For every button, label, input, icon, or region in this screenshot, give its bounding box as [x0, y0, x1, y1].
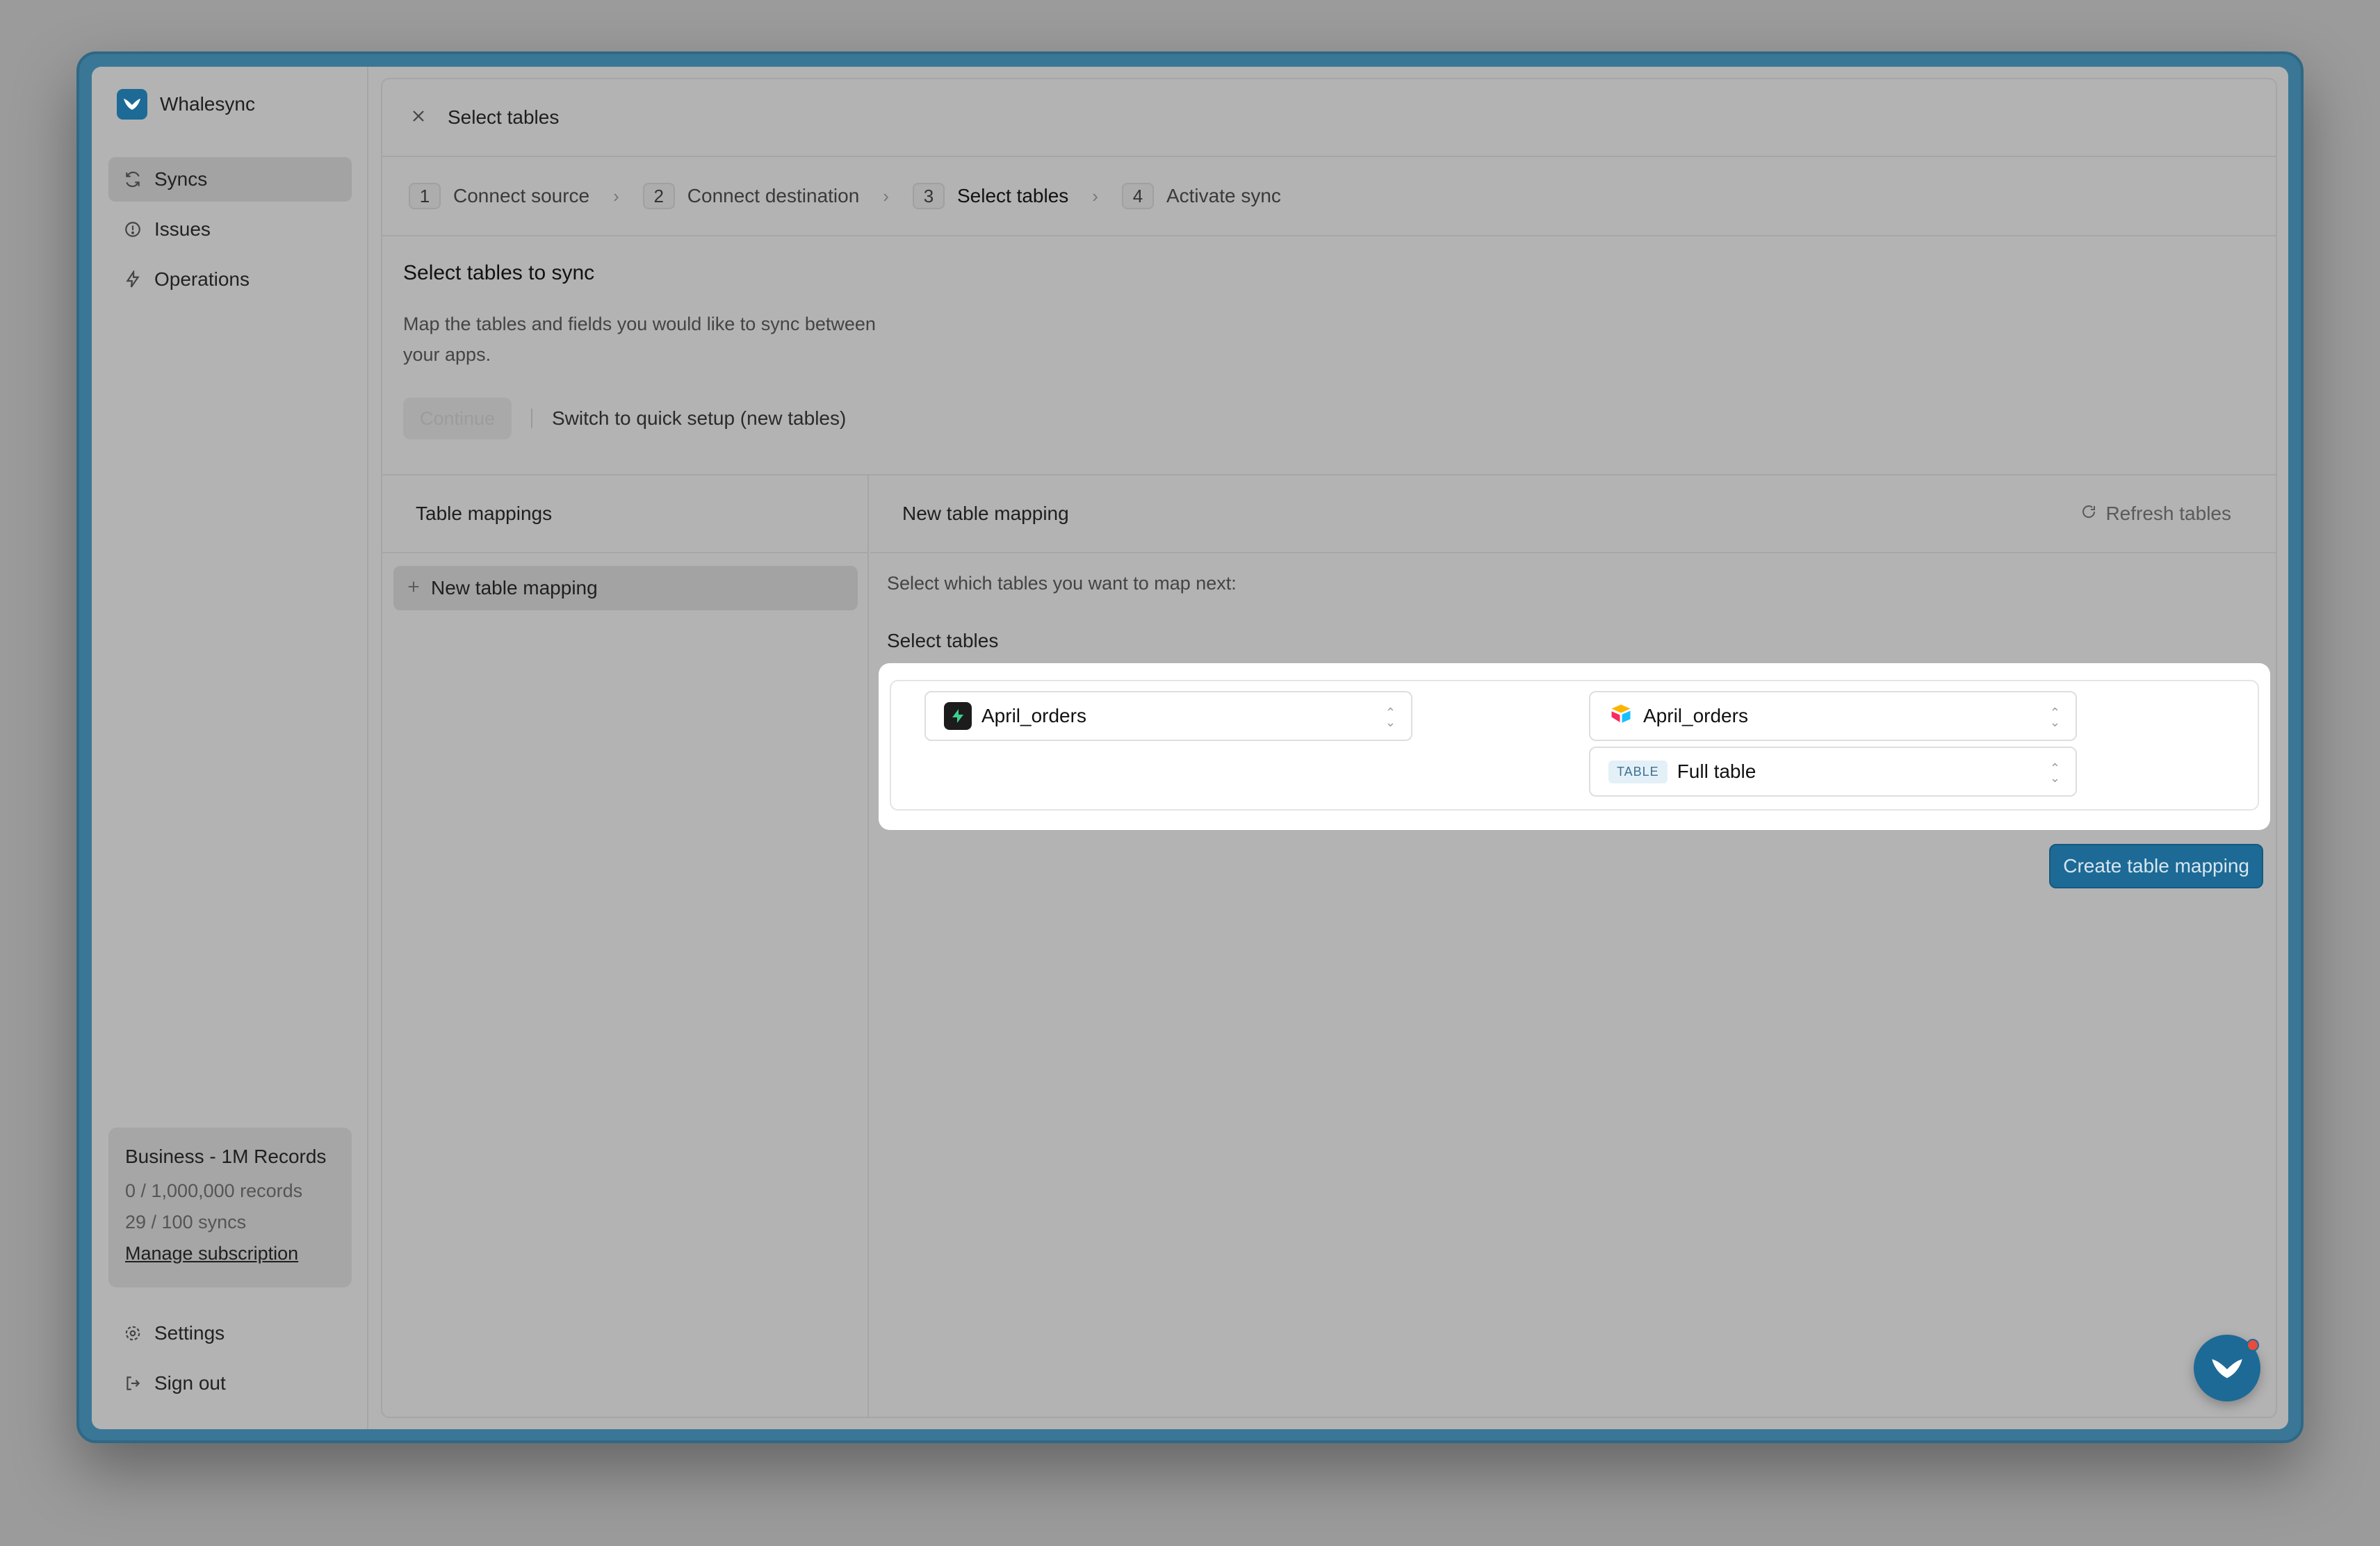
plan-card: Business - 1M Records 0 / 1,000,000 reco… [108, 1128, 352, 1287]
divider [531, 409, 532, 428]
destination-view-select[interactable]: TABLE Full table ⌃ ⌄ [1589, 747, 2077, 797]
new-mapping-panel: New table mapping Refresh tables Select … [870, 475, 2276, 1417]
mapping-area: Table mappings New table mapping New tab… [382, 474, 2276, 1417]
intro-actions: Continue Switch to quick setup (new tabl… [403, 398, 890, 439]
sidebar-item-label: Operations [154, 268, 250, 290]
sidebar-item-settings[interactable]: Settings [108, 1311, 352, 1356]
step-connect-destination[interactable]: 2 Connect destination [642, 183, 860, 209]
app-window: Whalesync Syncs Issues Operations Busine… [92, 67, 2288, 1429]
page-title: Select tables [448, 106, 560, 128]
sidebar-item-label: Settings [154, 1322, 225, 1344]
alert-circle-icon [122, 219, 143, 240]
sidebar-item-syncs[interactable]: Syncs [108, 157, 352, 202]
airtable-icon [1608, 701, 1633, 731]
whalesync-logo-icon [117, 89, 147, 120]
notification-dot [2247, 1339, 2259, 1351]
sidebar-bottom-nav: Settings Sign out [108, 1311, 352, 1411]
close-icon[interactable] [410, 108, 427, 128]
brand[interactable]: Whalesync [117, 89, 255, 120]
sidebar-item-issues[interactable]: Issues [108, 207, 352, 252]
refresh-tables-button[interactable]: Refresh tables [2080, 503, 2231, 525]
create-table-mapping-button[interactable]: Create table mapping [2049, 844, 2263, 888]
hint-text: Select which tables you want to map next… [887, 573, 1237, 594]
source-table-select[interactable]: April_orders ⌃ ⌄ [924, 691, 1412, 741]
chevron-right-icon: › [1092, 185, 1098, 206]
gear-icon [122, 1323, 143, 1344]
sign-out-icon [122, 1373, 143, 1394]
chevron-right-icon: › [883, 185, 889, 206]
destination-view-value: Full table [1677, 760, 1757, 782]
plan-title: Business - 1M Records [125, 1146, 327, 1167]
step-number: 2 [642, 183, 675, 209]
plan-syncs: 29 / 100 syncs [125, 1212, 247, 1232]
sidebar: Whalesync Syncs Issues Operations Busine… [92, 67, 368, 1429]
chevron-up-down-icon: ⌃ ⌄ [1385, 706, 1396, 729]
whale-tail-icon [2212, 1359, 2242, 1378]
chevron-right-icon: › [613, 185, 619, 206]
step-label: Activate sync [1166, 185, 1281, 206]
mapping-item-label: New table mapping [431, 577, 598, 599]
chevron-up-down-icon: ⌃ ⌄ [2049, 761, 2060, 785]
refresh-icon [122, 169, 143, 190]
panel-title: New table mapping [902, 503, 1069, 524]
chevron-up-down-icon: ⌃ ⌄ [2049, 706, 2060, 729]
sidebar-item-label: Sign out [154, 1372, 226, 1394]
main-panel: Select tables 1 Connect source › 2 Conne… [381, 78, 2277, 1418]
intro-section: Select tables to sync Map the tables and… [403, 261, 890, 439]
sidebar-item-label: Issues [154, 218, 211, 240]
table-selector-highlight: April_orders ⌃ ⌄ April_orders ⌃ ⌄ TABLE … [879, 663, 2270, 830]
sidebar-nav: Syncs Issues Operations [108, 157, 352, 307]
section-description: Map the tables and fields you would like… [403, 314, 876, 365]
table-mapping-card: April_orders ⌃ ⌄ April_orders ⌃ ⌄ TABLE … [890, 680, 2259, 811]
step-number: 4 [1121, 183, 1154, 209]
panel-header: New table mapping Refresh tables [870, 475, 2276, 553]
support-chat-button[interactable] [2194, 1335, 2260, 1401]
step-activate-sync[interactable]: 4 Activate sync [1121, 183, 1281, 209]
step-number: 1 [409, 183, 441, 209]
destination-table-value: April_orders [1643, 705, 1748, 726]
panel-header: Table mappings [382, 475, 867, 553]
step-label: Select tables [956, 185, 1069, 206]
supabase-icon [944, 702, 972, 730]
manage-subscription-link[interactable]: Manage subscription [125, 1243, 298, 1264]
source-table-value: April_orders [981, 705, 1086, 726]
sidebar-item-label: Syncs [154, 168, 208, 190]
destination-table-select[interactable]: April_orders ⌃ ⌄ [1589, 691, 2077, 741]
table-mappings-panel: Table mappings New table mapping [382, 475, 869, 1417]
table-type-badge: TABLE [1608, 760, 1668, 783]
refresh-label: Refresh tables [2105, 503, 2231, 524]
step-label: Connect destination [687, 185, 860, 206]
stepper: 1 Connect source › 2 Connect destination… [382, 157, 2276, 236]
plan-records: 0 / 1,000,000 records [125, 1180, 303, 1201]
continue-button[interactable]: Continue [403, 398, 512, 439]
new-table-mapping-item[interactable]: New table mapping [393, 566, 858, 610]
step-label: Connect source [453, 185, 590, 206]
step-select-tables[interactable]: 3 Select tables [912, 183, 1069, 209]
quick-setup-link[interactable]: Switch to quick setup (new tables) [552, 407, 846, 430]
sidebar-item-operations[interactable]: Operations [108, 257, 352, 302]
lightning-icon [122, 269, 143, 290]
section-title: Select tables to sync [403, 261, 595, 284]
step-number: 3 [912, 183, 945, 209]
plus-icon [406, 577, 421, 599]
refresh-icon [2080, 503, 2097, 525]
sidebar-item-sign-out[interactable]: Sign out [108, 1361, 352, 1406]
step-connect-source[interactable]: 1 Connect source [409, 183, 589, 209]
brand-name: Whalesync [160, 93, 255, 115]
select-tables-label: Select tables [887, 630, 999, 651]
topbar: Select tables [382, 79, 2276, 157]
